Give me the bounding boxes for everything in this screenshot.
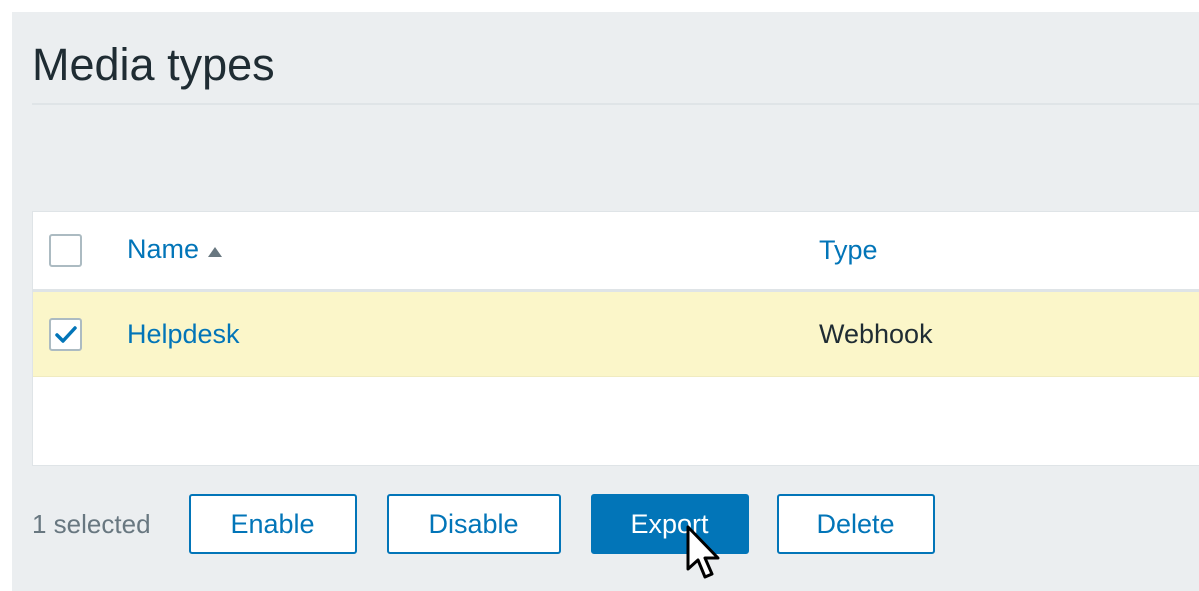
- page-title: Media types: [32, 39, 275, 90]
- sort-ascending-icon: [207, 234, 223, 265]
- select-all-checkbox[interactable]: [49, 234, 82, 267]
- title-divider: [32, 103, 1199, 105]
- enable-button[interactable]: Enable: [188, 494, 357, 554]
- selected-count: 1 selected: [32, 508, 151, 539]
- mass-action-bar: 1 selected Enable Disable Export Delete: [32, 492, 965, 556]
- row-type-value: Webhook: [819, 318, 933, 349]
- checkmark-icon: [55, 325, 77, 343]
- disable-button[interactable]: Disable: [386, 494, 561, 554]
- page-container: Media types Name Type Helpdesk Webhook 1…: [12, 12, 1199, 591]
- table-row: Helpdesk Webhook: [33, 292, 1199, 377]
- column-header-name-label[interactable]: Name: [127, 234, 199, 264]
- delete-button[interactable]: Delete: [776, 494, 935, 554]
- column-header-type[interactable]: Type: [819, 235, 878, 266]
- media-types-table: Name Type Helpdesk Webhook: [32, 211, 1199, 466]
- row-name-link[interactable]: Helpdesk: [127, 319, 240, 350]
- mouse-pointer-icon: [686, 525, 720, 579]
- row-checkbox[interactable]: [49, 317, 82, 351]
- table-header-row: Name Type: [33, 212, 1199, 292]
- column-header-name[interactable]: Name: [127, 234, 223, 266]
